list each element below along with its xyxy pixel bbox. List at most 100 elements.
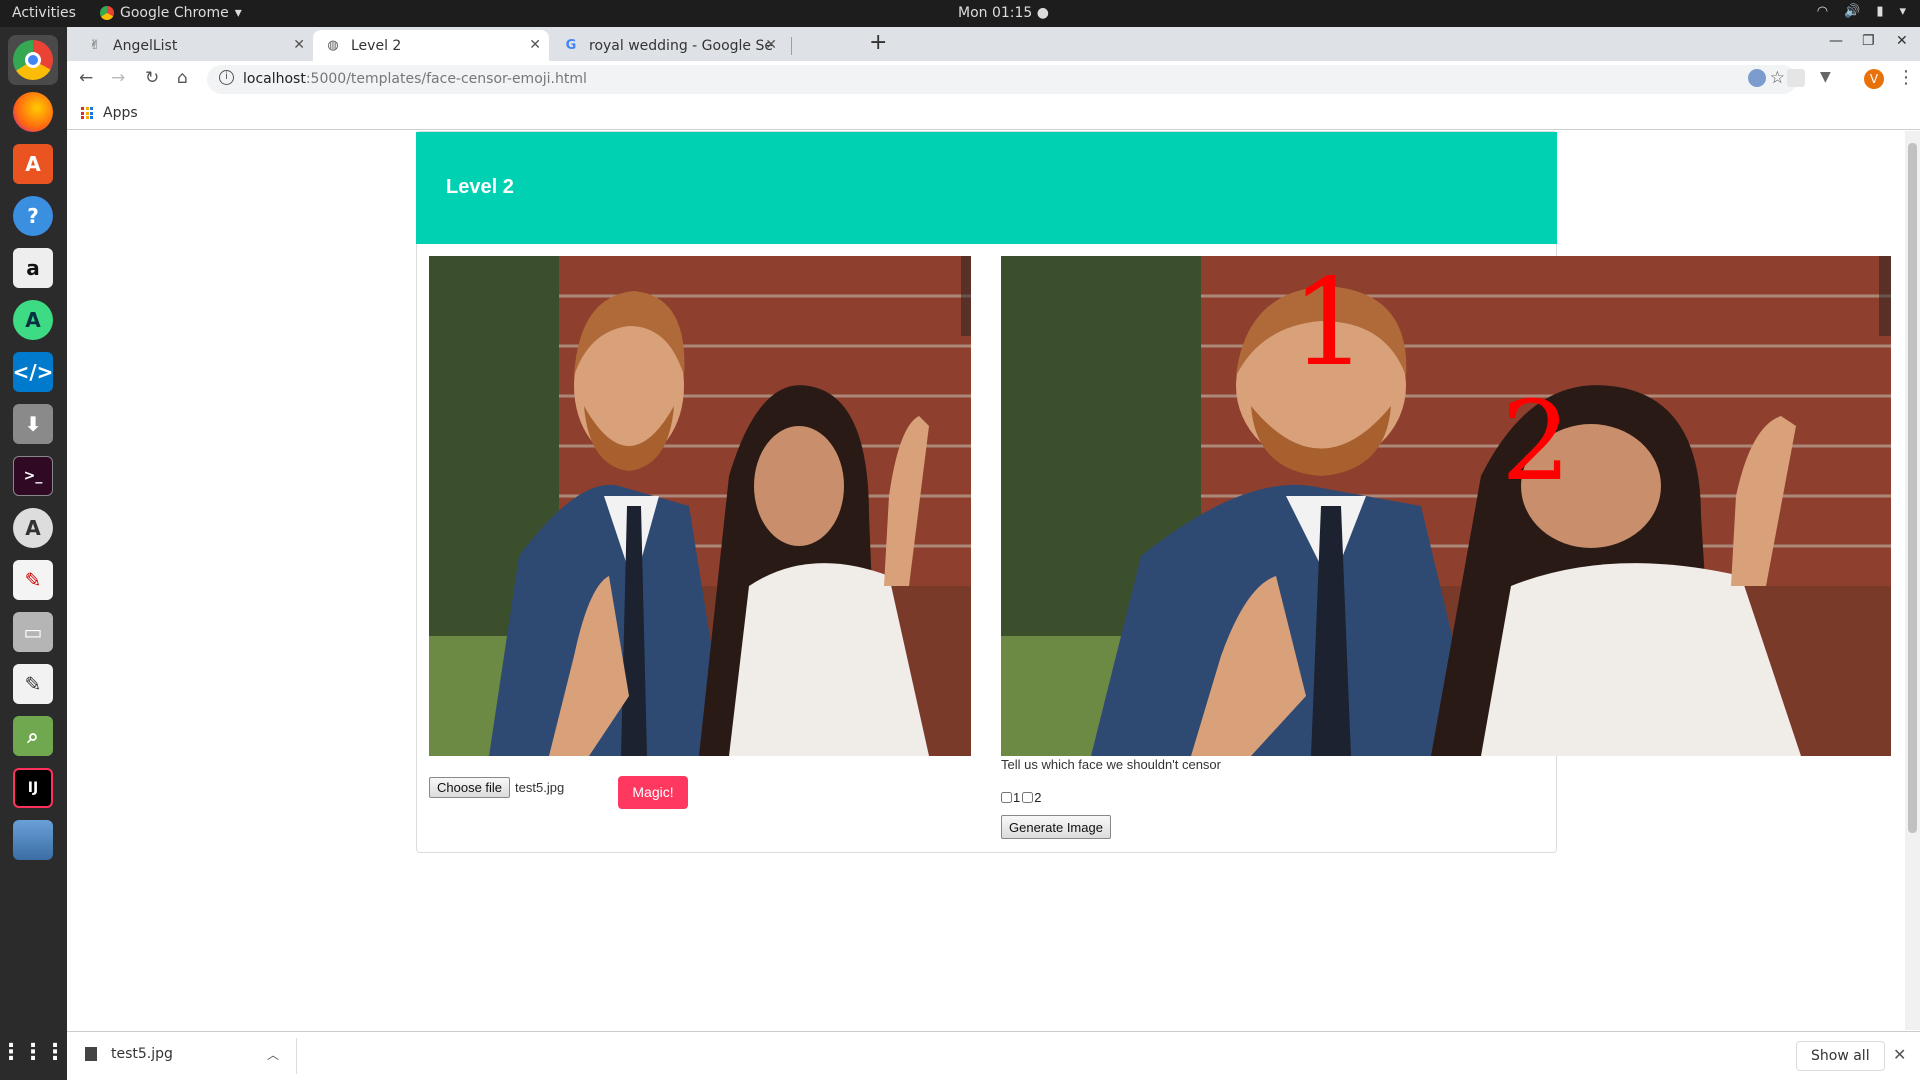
apps-label: Apps xyxy=(103,105,138,121)
dock-intellij[interactable]: IJ xyxy=(8,763,58,813)
face-2-checkbox-label: 2 xyxy=(1034,790,1042,805)
new-tab-button[interactable]: + xyxy=(869,30,887,55)
files-icon: ▭ xyxy=(13,612,53,652)
dock-show-apps[interactable]: ⋮⋮⋮ xyxy=(0,1027,66,1077)
numbered-photo: 1 2 xyxy=(1001,256,1891,756)
close-icon[interactable]: ✕ xyxy=(1893,1045,1906,1064)
face-1-checkbox[interactable] xyxy=(1001,792,1012,803)
couple-photo-image xyxy=(429,256,971,756)
clock[interactable]: Mon 01:15 ● xyxy=(958,5,1049,21)
clock-text: Mon 01:15 xyxy=(958,5,1033,21)
software-center-icon: A xyxy=(13,144,53,184)
dock-installer[interactable]: ⬇ xyxy=(8,399,58,449)
address-bar[interactable]: i localhost:5000/templates/face-censor-e… xyxy=(207,65,1797,94)
volume-icon: 🔊 xyxy=(1844,4,1861,19)
page-scrollbar[interactable] xyxy=(1905,131,1920,1030)
file-chooser[interactable]: Choose file test5.jpg xyxy=(429,777,564,798)
face-label-1: 1 xyxy=(1291,256,1368,393)
reload-button[interactable]: ↻ xyxy=(145,68,159,88)
dock-terminal[interactable]: >_ xyxy=(8,451,58,501)
extension-icon-1[interactable] xyxy=(1748,69,1766,87)
dock: A ? a A </> ⬇ >_ A ✎ ▭ ✎ ⌕ IJ ⋮⋮⋮ xyxy=(0,27,67,1080)
tab-strip: ✌ AngelList ✕ ◍ Level 2 ✕ G royal weddin… xyxy=(67,27,1920,61)
page-viewport: Level 2 1 2 Choose file test5.jpg Magic!… xyxy=(67,131,1905,1030)
battery-icon: ▮ xyxy=(1876,4,1884,19)
hero-banner: Level 2 xyxy=(416,132,1557,244)
dock-android-studio[interactable]: A xyxy=(8,295,58,345)
globe-icon: ◍ xyxy=(327,38,339,53)
url-host: localhost xyxy=(243,71,306,87)
system-top-bar: Activities Google Chrome ▾ Mon 01:15 ● ◠… xyxy=(0,0,1920,27)
minimize-button[interactable]: — xyxy=(1829,33,1843,49)
firefox-icon xyxy=(13,92,53,132)
tab-title: royal wedding - Google Se xyxy=(589,37,773,54)
face-2-checkbox[interactable] xyxy=(1022,792,1034,803)
dock-vscode[interactable]: </> xyxy=(8,347,58,397)
angellist-icon: ✌ xyxy=(89,38,101,53)
dock-document-viewer[interactable]: ✎ xyxy=(8,555,58,605)
dock-software-center[interactable]: A xyxy=(8,139,58,189)
dock-help[interactable]: ? xyxy=(8,191,58,241)
apps-bookmark[interactable]: Apps xyxy=(81,105,138,121)
dock-text-editor[interactable]: ✎ xyxy=(8,659,58,709)
show-all-button[interactable]: Show all xyxy=(1796,1041,1885,1071)
face-label-2: 2 xyxy=(1501,377,1571,505)
tab-royal-wedding[interactable]: G royal wedding - Google Se ✕ xyxy=(551,30,785,61)
dock-image-viewer[interactable]: ⌕ xyxy=(8,711,58,761)
app-menu[interactable]: Google Chrome ▾ xyxy=(100,5,242,21)
extension-icon-3[interactable]: ▼ xyxy=(1820,69,1838,87)
wifi-icon: ◠ xyxy=(1816,4,1829,19)
bookmarks-bar: Apps xyxy=(67,98,1920,130)
close-icon[interactable]: ✕ xyxy=(529,37,541,53)
chevron-up-icon[interactable]: ︿ xyxy=(267,1046,279,1063)
chrome-small-icon xyxy=(100,6,114,20)
download-shelf: test5.jpg ︿ Show all ✕ xyxy=(67,1031,1920,1080)
chrome-menu-icon[interactable]: ⋮ xyxy=(1897,67,1915,88)
page-title: Level 2 xyxy=(446,176,514,198)
choose-file-button[interactable]: Choose file xyxy=(429,777,511,798)
intellij-icon: IJ xyxy=(13,768,53,808)
dock-files[interactable]: ▭ xyxy=(8,607,58,657)
censor-instructions: Tell us which face we shouldn't censor xyxy=(1001,757,1221,772)
tab-angellist[interactable]: ✌ AngelList ✕ xyxy=(75,30,313,61)
document-viewer-icon: ✎ xyxy=(13,560,53,600)
dock-chrome[interactable] xyxy=(8,35,58,85)
extension-icon-2[interactable] xyxy=(1787,69,1805,87)
generate-image-button[interactable]: Generate Image xyxy=(1001,815,1111,839)
android-studio-icon: A xyxy=(13,300,53,340)
terminal-icon: >_ xyxy=(13,456,53,496)
face-checkboxes: 1 2 xyxy=(1001,790,1041,805)
system-tray[interactable]: ◠ 🔊 ▮ ▾ xyxy=(1817,4,1906,19)
vscode-icon: </> xyxy=(13,352,53,392)
forward-button[interactable]: → xyxy=(111,68,125,88)
restore-button[interactable]: ❐ xyxy=(1862,33,1875,49)
magic-button[interactable]: Magic! xyxy=(618,776,688,809)
scrollbar-thumb[interactable] xyxy=(1908,143,1917,833)
image-viewer-icon: ⌕ xyxy=(13,716,53,756)
dock-firefox[interactable] xyxy=(8,87,58,137)
back-button[interactable]: ← xyxy=(79,68,93,88)
tab-level-2[interactable]: ◍ Level 2 ✕ xyxy=(313,30,549,61)
installer-icon: ⬇ xyxy=(13,404,53,444)
show-apps-icon: ⋮⋮⋮ xyxy=(0,1039,66,1065)
close-icon[interactable]: ✕ xyxy=(293,37,305,53)
dock-updater[interactable]: A xyxy=(8,503,58,553)
activities-button[interactable]: Activities xyxy=(12,5,76,21)
text-editor-icon: ✎ xyxy=(13,664,53,704)
chevron-down-icon: ▾ xyxy=(234,5,242,21)
close-icon[interactable]: ✕ xyxy=(765,37,777,53)
download-item[interactable]: test5.jpg xyxy=(85,1046,173,1062)
info-icon[interactable]: i xyxy=(219,70,234,85)
home-button[interactable]: ⌂ xyxy=(177,68,188,88)
url-text[interactable]: localhost:5000/templates/face-censor-emo… xyxy=(243,71,587,87)
chrome-icon xyxy=(13,40,53,80)
apps-grid-icon xyxy=(81,107,93,119)
close-window-button[interactable]: ✕ xyxy=(1896,33,1908,49)
face-1-checkbox-label: 1 xyxy=(1013,790,1021,805)
app-menu-label: Google Chrome xyxy=(120,5,229,21)
browser-toolbar: ← → ↻ ⌂ i localhost:5000/templates/face-… xyxy=(67,61,1920,98)
profile-avatar[interactable]: V xyxy=(1864,69,1884,89)
bookmark-star-icon[interactable]: ☆ xyxy=(1770,68,1785,88)
dock-drive[interactable] xyxy=(8,815,58,865)
dock-amazon[interactable]: a xyxy=(8,243,58,293)
